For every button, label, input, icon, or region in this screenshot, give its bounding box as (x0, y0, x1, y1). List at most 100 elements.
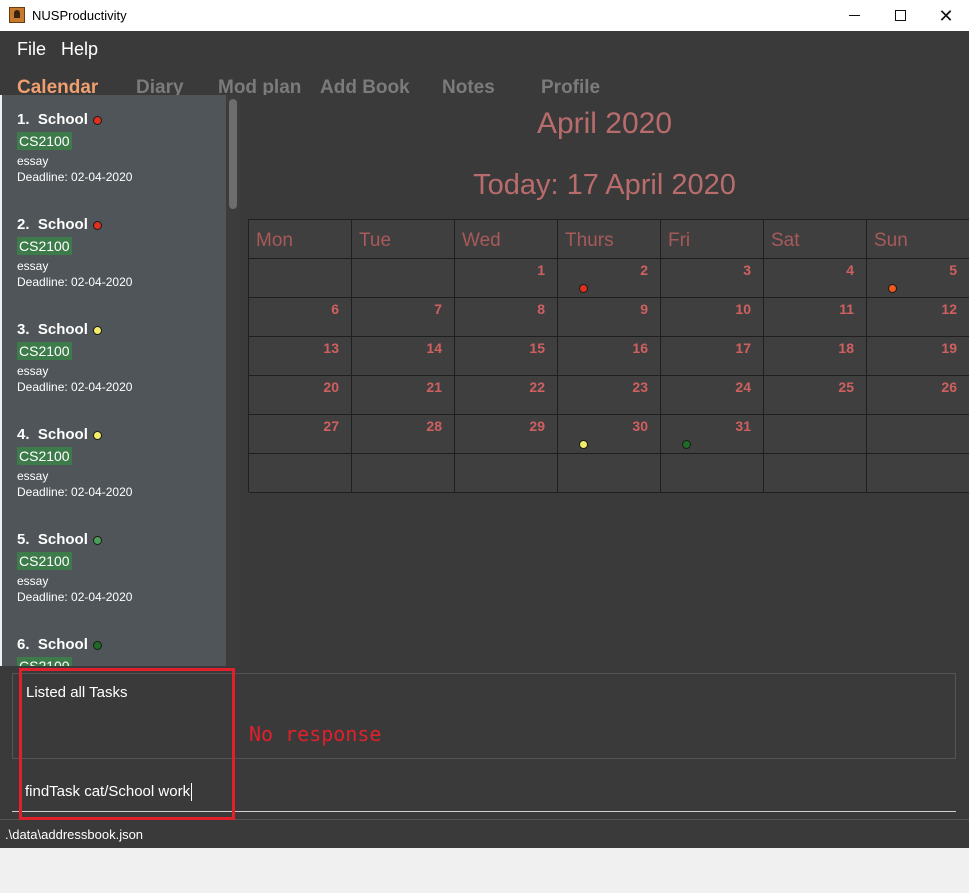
module-tag: CS2100 (17, 657, 72, 666)
weekday-label: Sat (771, 230, 800, 251)
module-tag: CS2100 (17, 552, 72, 570)
calendar-day-cell[interactable]: 23 (558, 376, 661, 415)
calendar-day-number: 26 (941, 379, 957, 395)
calendar-day-cell[interactable]: 18 (764, 337, 867, 376)
menu-bar: File Help (0, 31, 969, 67)
calendar-day-number: 23 (632, 379, 648, 395)
task-category: School (37, 636, 88, 653)
calendar-day-cell[interactable]: 14 (352, 337, 455, 376)
task-list-scrollbar[interactable] (226, 95, 240, 666)
task-category: School (37, 531, 88, 548)
calendar-day-number: 25 (838, 379, 854, 395)
task-marker-dot (579, 284, 588, 293)
weekday-header: Sun (867, 220, 969, 259)
calendar-day-number: 31 (735, 418, 751, 434)
weekday-label: Wed (462, 230, 501, 251)
calendar-day-cell[interactable]: 3 (661, 259, 764, 298)
calendar-day-number: 2 (640, 262, 648, 278)
calendar-day-cell[interactable]: 20 (249, 376, 352, 415)
minimize-icon (848, 15, 860, 16)
calendar-day-cell[interactable] (558, 454, 661, 493)
calendar-day-cell[interactable]: 21 (352, 376, 455, 415)
calendar-day-number: 7 (434, 301, 442, 317)
calendar-day-number: 8 (537, 301, 545, 317)
calendar-day-cell[interactable]: 28 (352, 415, 455, 454)
calendar-day-cell[interactable] (249, 259, 352, 298)
calendar-day-number: 5 (949, 262, 957, 278)
calendar-day-cell[interactable] (661, 454, 764, 493)
task-description: essay (17, 154, 49, 168)
task-title: 5. School (17, 529, 222, 551)
calendar-day-cell[interactable]: 12 (867, 298, 969, 337)
calendar-day-cell[interactable] (455, 454, 558, 493)
calendar-day-cell[interactable] (867, 415, 969, 454)
weekday-label: Thurs (565, 230, 614, 251)
task-category: School (37, 321, 88, 338)
calendar-day-cell[interactable]: 16 (558, 337, 661, 376)
calendar-day-cell[interactable] (764, 415, 867, 454)
task-card[interactable]: 4. School CS2100 essay Deadline: 02-04-2… (17, 424, 222, 500)
calendar-day-cell[interactable]: 30 (558, 415, 661, 454)
calendar-day-cell[interactable]: 13 (249, 337, 352, 376)
menu-help[interactable]: Help (61, 39, 98, 60)
calendar-day-number: 27 (323, 418, 339, 434)
calendar-day-number: 24 (735, 379, 751, 395)
task-card[interactable]: 6. School CS2100 (17, 634, 222, 666)
calendar-day-number: 20 (323, 379, 339, 395)
close-button[interactable]: ✕ (923, 0, 969, 31)
calendar-day-cell[interactable]: 26 (867, 376, 969, 415)
calendar-day-cell[interactable]: 1 (455, 259, 558, 298)
calendar-day-number: 22 (529, 379, 545, 395)
calendar-day-cell[interactable]: 4 (764, 259, 867, 298)
calendar-day-cell[interactable]: 19 (867, 337, 969, 376)
calendar-day-cell[interactable] (867, 454, 969, 493)
calendar-day-cell[interactable] (249, 454, 352, 493)
calendar-day-number: 11 (839, 301, 854, 317)
task-description: essay (17, 469, 49, 483)
menu-file[interactable]: File (17, 39, 46, 60)
calendar-day-cell[interactable]: 8 (455, 298, 558, 337)
calendar-day-cell[interactable]: 11 (764, 298, 867, 337)
calendar-day-cell[interactable]: 31 (661, 415, 764, 454)
calendar-day-cell[interactable]: 22 (455, 376, 558, 415)
calendar-day-number: 28 (426, 418, 442, 434)
calendar-day-cell[interactable]: 7 (352, 298, 455, 337)
task-card[interactable]: 5. School CS2100 essay Deadline: 02-04-2… (17, 529, 222, 605)
close-icon: ✕ (938, 5, 954, 26)
calendar-day-cell[interactable]: 9 (558, 298, 661, 337)
scrollbar-thumb[interactable] (229, 99, 237, 209)
status-bar: .\data\addressbook.json (0, 819, 969, 848)
calendar-day-cell[interactable]: 5 (867, 259, 969, 298)
calendar-day-cell[interactable]: 25 (764, 376, 867, 415)
priority-dot-icon (92, 325, 102, 335)
calendar-day-cell[interactable]: 17 (661, 337, 764, 376)
minimize-button[interactable] (831, 0, 877, 31)
calendar-day-cell[interactable]: 24 (661, 376, 764, 415)
module-tag: CS2100 (17, 447, 72, 465)
task-category: School (37, 216, 88, 233)
calendar-day-cell[interactable]: 2 (558, 259, 661, 298)
calendar-day-number: 14 (426, 340, 442, 356)
calendar-day-cell[interactable] (352, 454, 455, 493)
task-card[interactable]: 2. School CS2100 essay Deadline: 02-04-2… (17, 214, 222, 290)
calendar-day-number: 19 (941, 340, 957, 356)
calendar-day-cell[interactable]: 29 (455, 415, 558, 454)
task-card[interactable]: 3. School CS2100 essay Deadline: 02-04-2… (17, 319, 222, 395)
calendar-day-cell[interactable]: 10 (661, 298, 764, 337)
app-icon (9, 7, 25, 23)
task-card[interactable]: 1. School CS2100 essay Deadline: 02-04-2… (17, 109, 222, 185)
task-title: 3. School (17, 319, 222, 341)
task-description: essay (17, 364, 49, 378)
task-list[interactable]: 1. School CS2100 essay Deadline: 02-04-2… (2, 95, 226, 666)
calendar-day-cell[interactable]: 6 (249, 298, 352, 337)
calendar-day-number: 6 (331, 301, 339, 317)
calendar-grid: Mon Tue Wed Thurs Fri Sat Sun 1 2 3 4 5 6 7 8 9 10 11 12 13… (248, 219, 969, 493)
maximize-button[interactable] (877, 0, 923, 31)
weekday-label: Fri (668, 230, 691, 251)
annotation-highlight-box (19, 668, 235, 820)
calendar-day-cell[interactable] (352, 259, 455, 298)
calendar-day-cell[interactable]: 27 (249, 415, 352, 454)
task-index: 5. (17, 531, 30, 548)
calendar-day-cell[interactable] (764, 454, 867, 493)
calendar-day-cell[interactable]: 15 (455, 337, 558, 376)
